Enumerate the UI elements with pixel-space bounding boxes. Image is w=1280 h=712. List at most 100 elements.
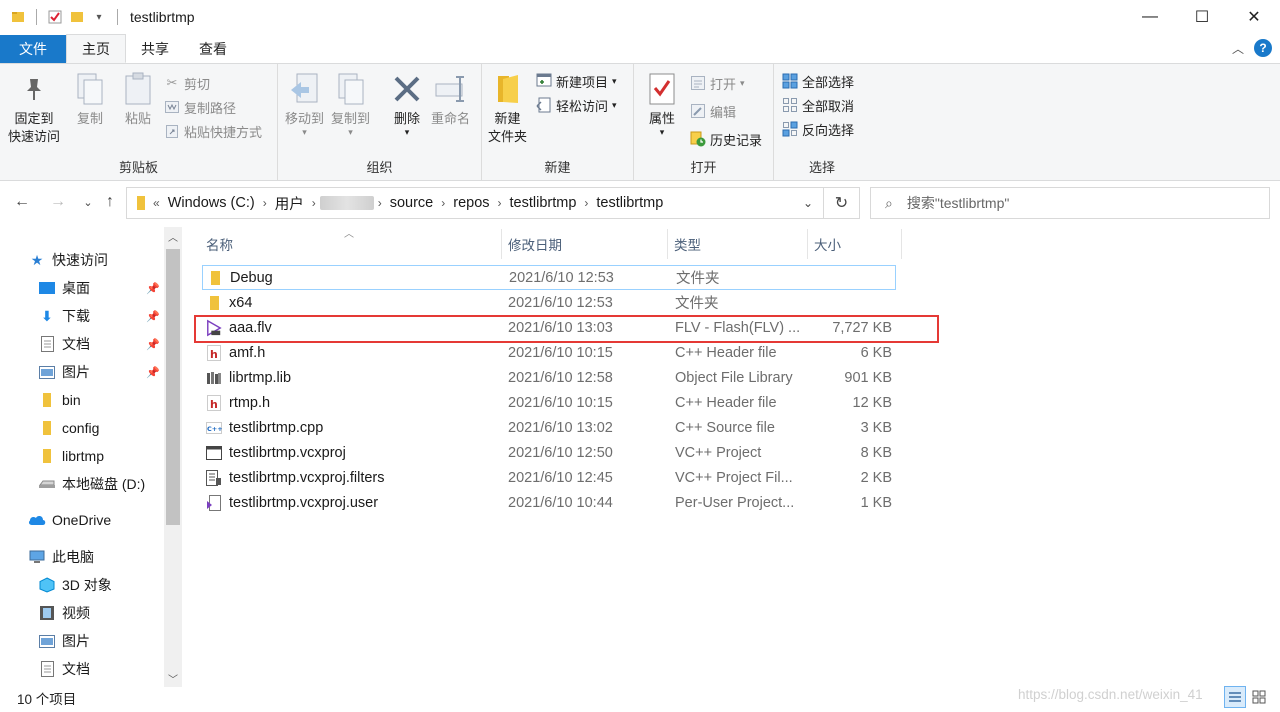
move-to-button[interactable]: 移动到 ▾	[285, 70, 324, 136]
organize-group: 移动到 ▾ 复制到 ▾ 删除 ▾ 重命名 组织	[278, 64, 482, 180]
nav-item-label: 3D 对象	[62, 575, 112, 595]
close-button[interactable]: ✕	[1228, 0, 1280, 34]
copy-to-button[interactable]: 复制到 ▾	[331, 70, 370, 136]
nav-quick-access-label: 快速访问	[52, 250, 108, 270]
recent-locations-chevron-icon[interactable]: ⌄	[78, 191, 98, 213]
file-row[interactable]: Debug 2021/6/10 12:53 文件夹	[202, 265, 896, 290]
tab-home[interactable]: 主页	[66, 34, 126, 63]
nav-pane-scrollbar[interactable]: ︿ ﹀	[164, 227, 182, 687]
breadcrumb-drive[interactable]: Windows (C:)	[164, 195, 259, 211]
copy-label: 复制	[77, 110, 103, 128]
breadcrumb-source[interactable]: source	[386, 195, 438, 211]
file-row[interactable]: testlibrtmp.vcxproj 2021/6/10 12:50 VC++…	[202, 440, 896, 465]
file-row[interactable]: aaa.flv 2021/6/10 13:03 FLV - Flash(FLV)…	[202, 315, 896, 340]
column-header-name[interactable]: 名称	[200, 229, 502, 259]
paste-button[interactable]: 粘贴	[120, 70, 156, 128]
new-folder-button[interactable]: 新建 文件夹	[488, 70, 527, 146]
column-header-date[interactable]: 修改日期	[502, 229, 668, 259]
file-row[interactable]: h rtmp.h 2021/6/10 10:15 C++ Header file…	[202, 390, 896, 415]
svg-text:C++: C++	[207, 425, 222, 433]
scroll-down-icon[interactable]: ﹀	[164, 669, 182, 687]
up-arrow-icon[interactable]: ↑	[100, 191, 120, 213]
scroll-up-icon[interactable]: ︿	[164, 227, 182, 245]
open-button[interactable]: 打开 ▾	[690, 72, 745, 94]
refresh-icon[interactable]: ↻	[823, 188, 859, 218]
column-header-type[interactable]: 类型	[668, 229, 808, 259]
scrollbar-thumb[interactable]	[166, 249, 180, 525]
copy-icon	[72, 70, 108, 108]
easy-access-icon	[536, 97, 552, 113]
breadcrumb-repos[interactable]: repos	[449, 195, 493, 211]
breadcrumb-users[interactable]: 用户	[271, 193, 308, 214]
file-list: ︿ 名称 修改日期 类型 大小 Debug 2021/6/10 12:53 文件…	[184, 225, 1280, 687]
file-row[interactable]: h amf.h 2021/6/10 10:15 C++ Header file …	[202, 340, 896, 365]
details-view-icon[interactable]	[1224, 686, 1246, 708]
invert-selection-button[interactable]: 反向选择	[782, 118, 854, 140]
pictures-icon	[38, 632, 56, 650]
file-row[interactable]: x64 2021/6/10 12:53 文件夹	[202, 290, 896, 315]
chevron-right-icon[interactable]: ›	[437, 196, 449, 210]
cut-button[interactable]: ✂ 剪切	[164, 72, 210, 94]
toolbar-divider	[117, 9, 118, 25]
back-arrow-icon[interactable]: ←	[12, 191, 32, 213]
select-all-button[interactable]: 全部选择	[782, 70, 854, 92]
search-icon: ⌕	[885, 195, 893, 212]
delete-button[interactable]: 删除 ▾	[389, 70, 425, 136]
column-header-size[interactable]: 大小	[808, 229, 902, 259]
new-item-button[interactable]: 新建项目 ▾	[536, 70, 617, 92]
address-bar[interactable]: « Windows (C:) › 用户 › › source › repos ›…	[126, 187, 860, 219]
rename-icon	[433, 70, 469, 108]
easy-access-button[interactable]: 轻松访问 ▾	[536, 94, 617, 116]
pictures-icon	[38, 363, 56, 381]
file-name: testlibrtmp.cpp	[229, 420, 323, 436]
file-name: librtmp.lib	[229, 370, 291, 386]
chevron-right-icon[interactable]: ›	[494, 196, 506, 210]
properties-button[interactable]: 属性 ▾	[644, 70, 680, 136]
tab-share[interactable]: 共享	[126, 35, 184, 63]
file-row[interactable]: testlibrtmp.vcxproj.filters 2021/6/10 12…	[202, 465, 896, 490]
chevron-right-icon[interactable]: ›	[580, 196, 592, 210]
properties-check-icon[interactable]	[47, 9, 63, 25]
file-size: 901 KB	[844, 370, 892, 386]
nav-item-label: 本地磁盘 (D:)	[62, 474, 145, 494]
select-none-button[interactable]: 全部取消	[782, 94, 854, 116]
chevron-right-icon[interactable]: ›	[259, 196, 271, 210]
file-row[interactable]: testlibrtmp.vcxproj.user 2021/6/10 10:44…	[202, 490, 896, 515]
breadcrumb-overflow[interactable]: «	[149, 196, 164, 210]
breadcrumb: « Windows (C:) › 用户 › › source › repos ›…	[127, 193, 793, 214]
help-icon[interactable]: ?	[1254, 39, 1272, 57]
breadcrumb-testlibrtmp-current[interactable]: testlibrtmp	[592, 195, 667, 211]
file-type: Object File Library	[675, 370, 793, 386]
customize-dropdown-icon[interactable]: ▾	[91, 9, 107, 25]
file-date: 2021/6/10 12:53	[508, 295, 613, 311]
rename-button[interactable]: 重命名	[431, 70, 470, 128]
collapse-ribbon-icon[interactable]: ︿	[1232, 40, 1244, 57]
breadcrumb-testlibrtmp[interactable]: testlibrtmp	[506, 195, 581, 211]
breadcrumb-username-redacted[interactable]	[320, 196, 374, 210]
folder-icon	[207, 270, 223, 286]
chevron-right-icon[interactable]: ›	[374, 196, 386, 210]
file-row[interactable]: C++ testlibrtmp.cpp 2021/6/10 13:02 C++ …	[202, 415, 896, 440]
tab-file[interactable]: 文件	[0, 35, 66, 63]
chevron-right-icon[interactable]: ›	[308, 196, 320, 210]
title-bar: ▾ testlibrtmp — ☐ ✕	[0, 0, 1280, 34]
file-row[interactable]: librtmp.lib 2021/6/10 12:58 Object File …	[202, 365, 896, 390]
minimize-button[interactable]: —	[1124, 0, 1176, 34]
search-box[interactable]: ⌕ 搜索"testlibrtmp"	[870, 187, 1270, 219]
tab-view[interactable]: 查看	[184, 35, 242, 63]
file-date: 2021/6/10 10:44	[508, 495, 613, 511]
paste-shortcut-button[interactable]: 粘贴快捷方式	[164, 120, 262, 142]
copy-button[interactable]: 复制	[72, 70, 108, 128]
delete-label: 删除	[394, 110, 420, 128]
copy-path-button[interactable]: 复制路径	[164, 96, 236, 118]
maximize-button[interactable]: ☐	[1176, 0, 1228, 34]
edit-button[interactable]: 编辑	[690, 100, 736, 122]
forward-arrow-icon[interactable]: →	[48, 191, 68, 213]
properties-label: 属性	[649, 110, 675, 128]
new-folder-icon[interactable]	[69, 9, 85, 25]
pin-to-quick-access-button[interactable]: 固定到 快速访问	[8, 70, 60, 146]
address-dropdown-icon[interactable]: ⌄	[793, 196, 823, 210]
history-button[interactable]: 历史记录	[690, 128, 762, 150]
large-icons-view-icon[interactable]	[1248, 686, 1270, 708]
file-name: x64	[229, 295, 252, 311]
